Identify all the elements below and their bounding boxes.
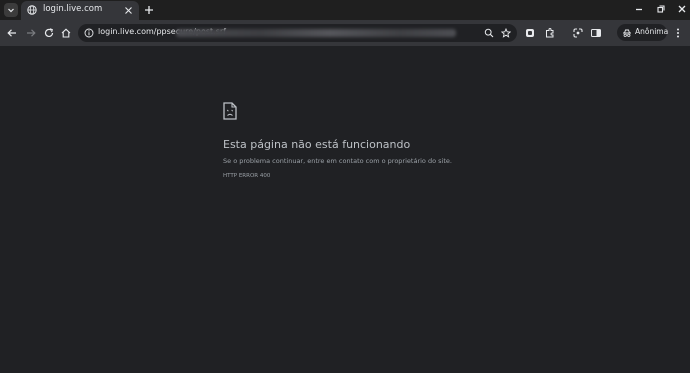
incognito-profile-button[interactable]: Anônima xyxy=(617,24,669,41)
address-bar[interactable]: login.live.com/ppsecure/post.srf xyxy=(78,24,517,42)
site-info-icon[interactable] xyxy=(84,28,94,38)
globe-icon xyxy=(27,5,37,15)
bookmark-star-icon[interactable] xyxy=(501,28,511,38)
close-icon[interactable] xyxy=(124,6,133,15)
more-menu-icon[interactable] xyxy=(675,27,681,39)
error-code: HTTP ERROR 400 xyxy=(223,173,271,179)
minimize-icon[interactable] xyxy=(634,4,644,14)
google-lens-icon[interactable] xyxy=(572,27,584,39)
forward-arrow-icon[interactable] xyxy=(25,27,37,39)
reload-icon[interactable] xyxy=(43,27,55,39)
sad-page-icon xyxy=(223,102,237,120)
error-description: Se o problema continuar, entre em contat… xyxy=(223,157,452,165)
tab-title: login.live.com xyxy=(43,4,103,14)
home-icon[interactable] xyxy=(60,27,72,39)
tab-active[interactable]: login.live.com xyxy=(21,1,139,20)
page-content: Esta página não está funcionando Se o pr… xyxy=(0,46,690,373)
new-tab-plus-icon[interactable] xyxy=(144,5,154,15)
extensions-puzzle-icon[interactable] xyxy=(544,27,556,39)
back-arrow-icon[interactable] xyxy=(6,27,18,39)
zoom-search-icon[interactable] xyxy=(484,28,494,38)
profile-label: Anônima xyxy=(635,27,669,36)
incognito-icon xyxy=(623,29,631,37)
tab-strip: login.live.com xyxy=(0,0,690,20)
chevron-down-icon xyxy=(8,8,14,13)
close-window-icon[interactable] xyxy=(677,4,687,14)
tab-search-button[interactable] xyxy=(4,3,18,17)
error-title: Esta página não está funcionando xyxy=(223,138,411,151)
restore-icon[interactable] xyxy=(656,4,666,14)
side-panel-icon[interactable] xyxy=(590,27,602,39)
shield-extension-icon[interactable] xyxy=(524,27,536,39)
blurred-url-params xyxy=(176,29,456,37)
browser-toolbar: login.live.com/ppsecure/post.srf Anônima xyxy=(0,20,690,46)
